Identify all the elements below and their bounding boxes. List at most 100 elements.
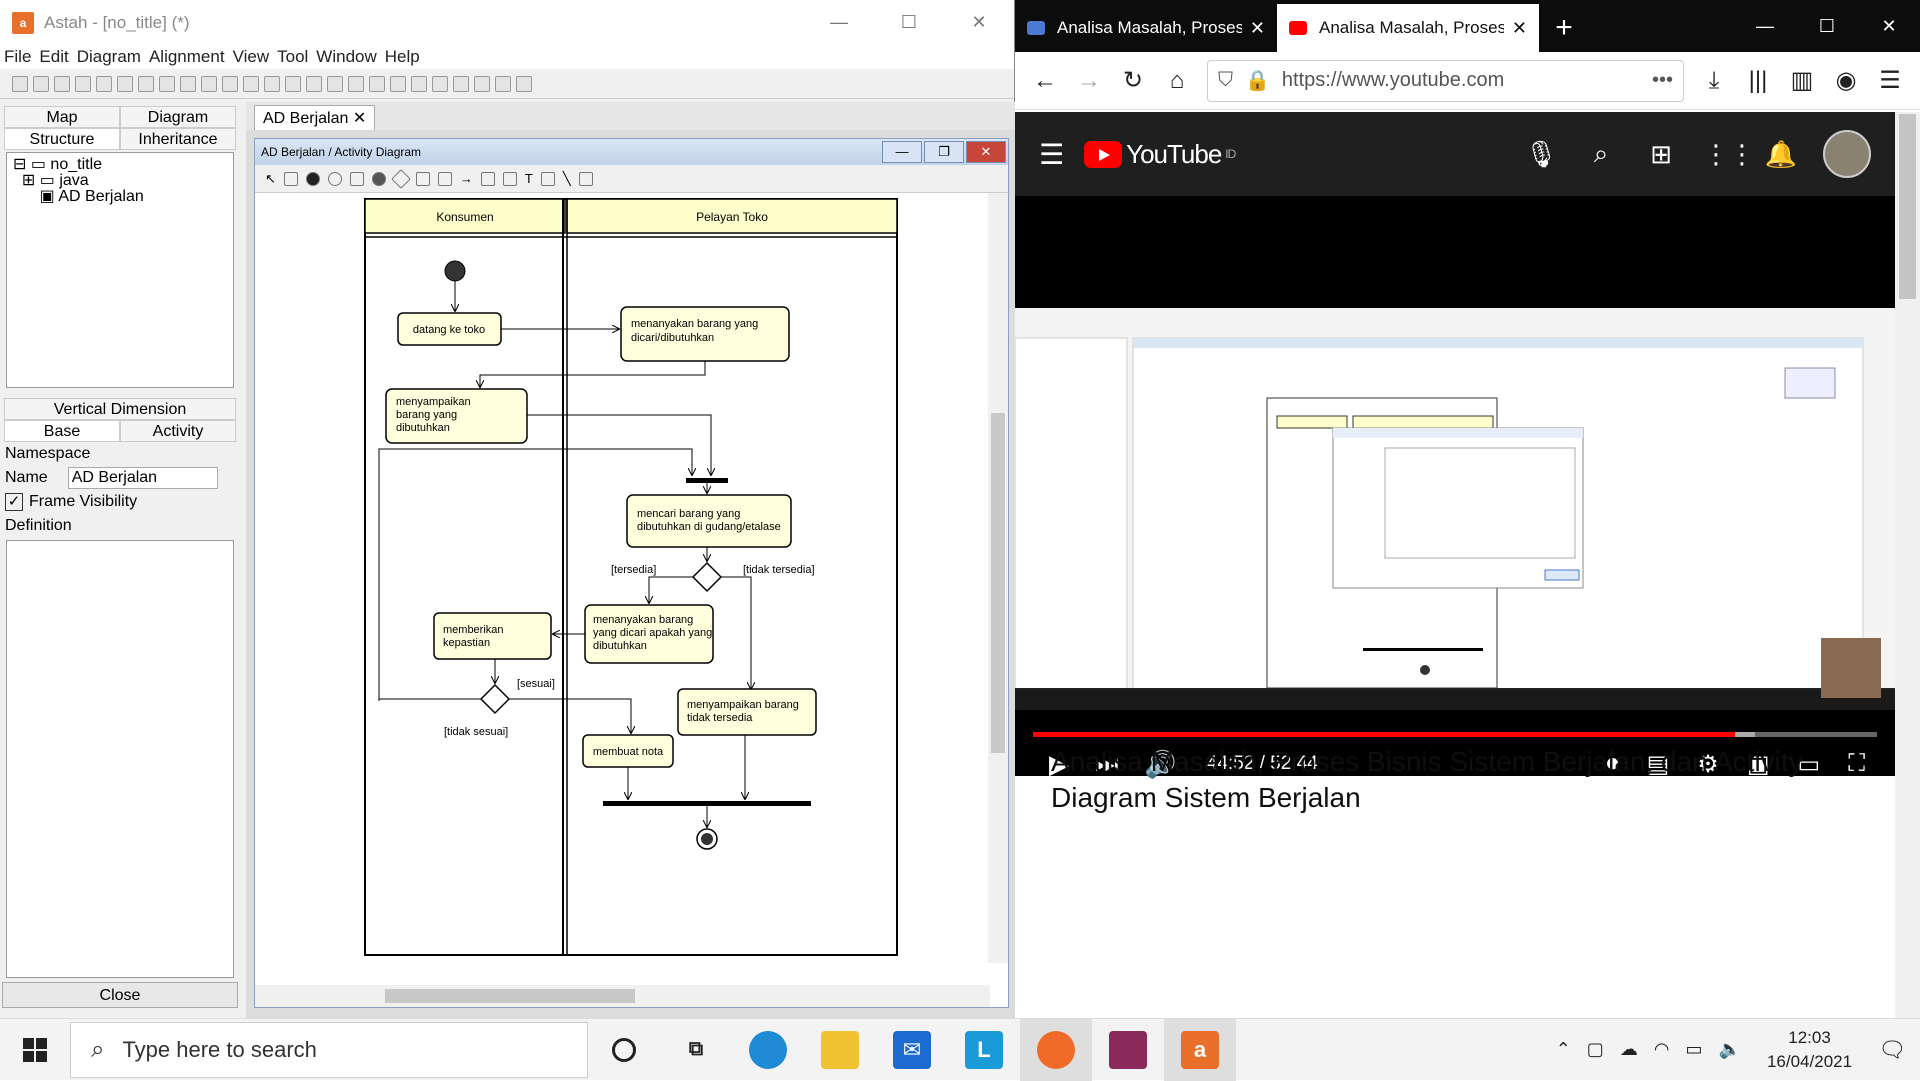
tree-node-root[interactable]: ⊟ ▭ no_title: [13, 157, 227, 173]
microphone-icon[interactable]: 🎙: [1523, 139, 1559, 170]
ff-minimize-button[interactable]: —: [1734, 0, 1796, 52]
start-button[interactable]: [0, 1019, 70, 1081]
connector-icon[interactable]: [495, 75, 511, 92]
signal-tool-icon[interactable]: [415, 171, 430, 186]
download-icon[interactable]: ⤓: [1692, 59, 1736, 103]
arrange-icon[interactable]: [411, 75, 427, 92]
guide-menu-icon[interactable]: ☰: [1039, 138, 1064, 171]
mail-icon[interactable]: ✉: [876, 1019, 948, 1081]
tab-close-icon[interactable]: ✕: [1512, 18, 1527, 39]
align-icon[interactable]: [369, 75, 385, 92]
fill-color-icon[interactable]: [453, 75, 469, 92]
winrar-icon[interactable]: [1092, 1019, 1164, 1081]
l-app-icon[interactable]: L: [948, 1019, 1020, 1081]
video-progress-bar[interactable]: [1033, 732, 1877, 737]
close-button[interactable]: ✕: [944, 0, 1014, 45]
name-field[interactable]: [67, 467, 218, 489]
frame-minimize-button[interactable]: —: [882, 141, 922, 163]
frame-visibility-row[interactable]: ✓ Frame Visibility: [0, 490, 240, 514]
grid-icon[interactable]: [348, 75, 364, 92]
forward-icon[interactable]: [327, 75, 343, 92]
frame-close-button[interactable]: ✕: [966, 141, 1006, 163]
create-video-icon[interactable]: ⊞: [1643, 139, 1679, 170]
line-style-icon[interactable]: [432, 75, 448, 92]
object-tool-icon[interactable]: [349, 171, 364, 186]
forward-arrow-icon[interactable]: →: [1067, 59, 1111, 103]
back-arrow-icon[interactable]: ←: [1023, 59, 1067, 103]
menu-file[interactable]: File: [4, 47, 31, 67]
firefox-icon[interactable]: [1020, 1018, 1092, 1081]
save-icon[interactable]: [54, 75, 70, 92]
file-explorer-icon[interactable]: [804, 1019, 876, 1081]
print-icon[interactable]: [75, 75, 91, 92]
maximize-button[interactable]: ☐: [874, 0, 944, 45]
partition-tool-icon[interactable]: [283, 171, 298, 186]
notifications-bell-icon[interactable]: 🔔: [1763, 139, 1799, 170]
zoom-in-icon[interactable]: [243, 75, 259, 92]
definition-textarea[interactable]: [6, 540, 234, 978]
align-middle-icon[interactable]: [390, 75, 406, 92]
fork-tool-icon[interactable]: [437, 171, 452, 186]
line-color-icon[interactable]: [474, 75, 490, 92]
page-scrollbar[interactable]: [1895, 112, 1920, 1018]
diagram-canvas[interactable]: Konsumen Pelayan Toko datang ke toko men…: [255, 193, 990, 963]
speaker-icon[interactable]: 🔈: [1719, 1039, 1741, 1060]
note-tool-icon[interactable]: [502, 171, 517, 186]
new-icon[interactable]: [12, 75, 28, 92]
cloud-icon[interactable]: ☁: [1620, 1039, 1638, 1060]
doc-tab-ad-berjalan[interactable]: AD Berjalan ✕: [254, 105, 376, 130]
minimize-button[interactable]: —: [804, 0, 874, 45]
reload-icon[interactable]: ↻: [1111, 59, 1155, 103]
menu-tool[interactable]: Tool: [277, 47, 308, 67]
initial-node-tool-icon[interactable]: [305, 171, 320, 186]
menu-edit[interactable]: Edit: [39, 47, 68, 67]
search-icon[interactable]: ⌕: [1583, 138, 1619, 170]
clock[interactable]: 12:03 16/04/2021: [1767, 1026, 1852, 1074]
battery-icon[interactable]: ▭: [1686, 1039, 1703, 1060]
open-icon[interactable]: [33, 75, 49, 92]
action-tool-icon[interactable]: [327, 171, 342, 186]
notification-center-icon[interactable]: 🗨: [1878, 1037, 1906, 1063]
tab-close-icon[interactable]: ✕: [1250, 18, 1265, 39]
tree-node-java[interactable]: ⊞ ▭ java: [13, 173, 227, 189]
delete-icon[interactable]: [159, 75, 175, 92]
paste-icon[interactable]: [117, 75, 133, 92]
decision-tool-icon[interactable]: [391, 168, 411, 189]
page-actions-icon[interactable]: •••: [1652, 69, 1673, 92]
join-tool-icon[interactable]: [480, 171, 495, 186]
tree-node-diagram[interactable]: ▣ AD Berjalan: [13, 189, 227, 205]
ff-close-button[interactable]: ✕: [1858, 0, 1920, 52]
frame-restore-button[interactable]: ❐: [924, 141, 964, 163]
rect-tool-icon[interactable]: [540, 171, 555, 186]
tab-map[interactable]: Map: [4, 106, 120, 128]
back-icon[interactable]: [306, 75, 322, 92]
text-tool-icon[interactable]: T: [525, 171, 533, 186]
home-icon[interactable]: ⌂: [1155, 59, 1199, 103]
fit-icon[interactable]: [285, 75, 301, 92]
frame-visibility-checkbox[interactable]: ✓: [5, 493, 23, 511]
new-tab-button[interactable]: +: [1539, 4, 1589, 52]
tab-inheritance[interactable]: Inheritance: [120, 128, 236, 150]
task-view-icon[interactable]: ⧉: [660, 1019, 732, 1081]
redo-icon[interactable]: [201, 75, 217, 92]
menu-diagram[interactable]: Diagram: [77, 47, 141, 67]
copy-icon[interactable]: [96, 75, 112, 92]
menu-help[interactable]: Help: [385, 47, 420, 67]
close-panel-button[interactable]: Close: [2, 982, 238, 1008]
layout-icon[interactable]: [516, 75, 532, 92]
line-tool-icon[interactable]: ╲: [563, 171, 571, 187]
flow-tool-icon[interactable]: →: [460, 171, 473, 186]
tab-structure[interactable]: Structure: [4, 128, 120, 150]
youtube-logo[interactable]: YouTube ID: [1084, 139, 1236, 170]
tab-base[interactable]: Base: [4, 420, 120, 442]
avatar[interactable]: [1823, 130, 1871, 178]
browser-tab-2[interactable]: Analisa Masalah, Proses ✕: [1277, 4, 1539, 52]
diagram-vertical-scrollbar[interactable]: [988, 193, 1008, 963]
astah-taskbar-icon[interactable]: a: [1164, 1018, 1236, 1081]
tab-diagram[interactable]: Diagram: [120, 106, 236, 128]
undo-icon[interactable]: [180, 75, 196, 92]
final-node-tool-icon[interactable]: [371, 171, 386, 186]
zoom-out-icon[interactable]: [264, 75, 280, 92]
menu-alignment[interactable]: Alignment: [149, 47, 225, 67]
account-icon[interactable]: ◉: [1824, 59, 1868, 103]
